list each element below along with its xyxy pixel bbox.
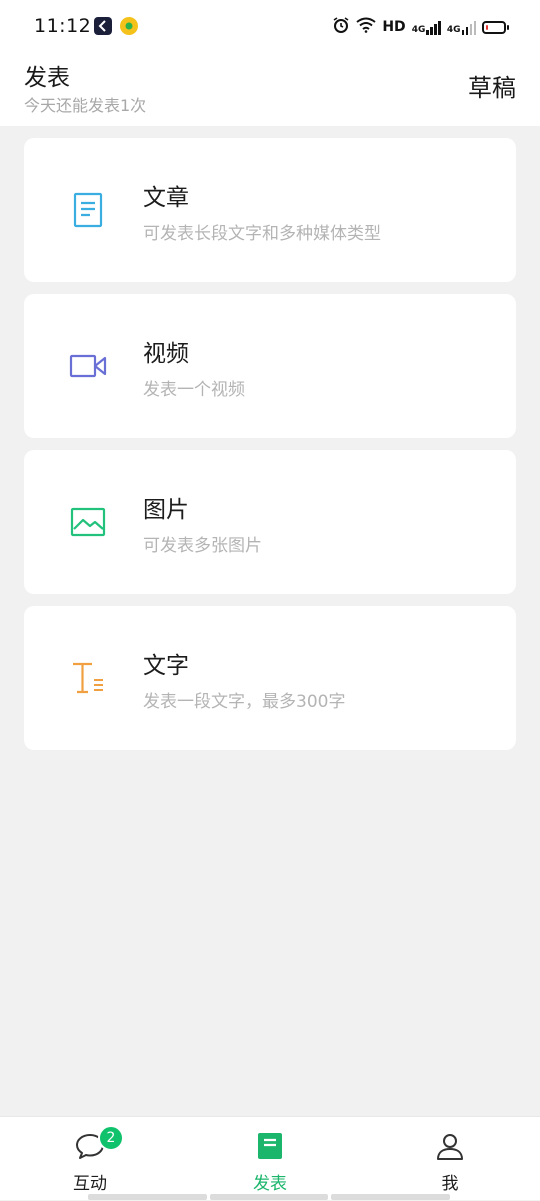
network-type-1: 4G	[411, 25, 426, 35]
card-title: 文字	[143, 653, 189, 679]
publish-quota-text: 今天还能发表1次	[24, 96, 147, 115]
status-system-icons: HD 4G 4G	[332, 16, 509, 38]
card-title: 文章	[143, 185, 189, 211]
publish-article-card[interactable]: 文章 可发表长段文字和多种媒体类型	[24, 138, 516, 282]
drafts-button[interactable]: 草稿	[468, 68, 516, 103]
card-description: 可发表多张图片	[143, 536, 262, 556]
status-bar: 11:12 HD 4G 4G	[0, 0, 540, 52]
publish-type-list: 文章 可发表长段文字和多种媒体类型 视频 发表一个视频 图片 可发表多张图片 文…	[24, 138, 516, 762]
page-header: 发表 今天还能发表1次 草稿	[0, 52, 540, 126]
bottom-nav: 2 互动 发表 我	[0, 1116, 540, 1200]
text-icon	[68, 658, 108, 698]
signal-icon-1: 4G	[412, 19, 441, 35]
nav-item-publish[interactable]: 发表	[210, 1117, 330, 1201]
publish-video-card[interactable]: 视频 发表一个视频	[24, 294, 516, 438]
app-k-icon	[94, 17, 112, 35]
status-notification-icons	[94, 17, 138, 35]
alarm-icon	[332, 16, 350, 38]
image-icon	[68, 502, 108, 542]
notification-badge: 2	[98, 1125, 124, 1151]
nav-label: 我	[441, 1174, 459, 1194]
network-type-2: 4G	[446, 25, 461, 35]
nav-label: 互动	[73, 1174, 107, 1194]
card-title: 图片	[143, 497, 189, 523]
card-description: 发表一个视频	[143, 380, 245, 400]
status-time: 11:12	[34, 15, 92, 37]
hd-label: HD	[382, 19, 406, 35]
publish-image-card[interactable]: 图片 可发表多张图片	[24, 450, 516, 594]
video-icon	[68, 346, 108, 386]
article-icon	[68, 190, 108, 230]
page-title: 发表	[24, 65, 70, 91]
profile-icon	[435, 1131, 465, 1161]
card-title: 视频	[143, 341, 189, 367]
nav-item-me[interactable]: 我	[390, 1117, 510, 1201]
card-description: 发表一段文字，最多300字	[143, 692, 346, 712]
home-indicator	[88, 1194, 451, 1200]
nav-item-interaction[interactable]: 2 互动	[30, 1117, 150, 1201]
signal-icon-2: 4G	[447, 19, 476, 35]
battery-icon	[482, 20, 509, 34]
nav-label: 发表	[253, 1174, 287, 1194]
app-g-icon	[120, 17, 138, 35]
card-description: 可发表长段文字和多种媒体类型	[143, 224, 381, 244]
publish-text-card[interactable]: 文字 发表一段文字，最多300字	[24, 606, 516, 750]
publish-icon	[255, 1131, 285, 1161]
wifi-icon	[356, 17, 376, 37]
